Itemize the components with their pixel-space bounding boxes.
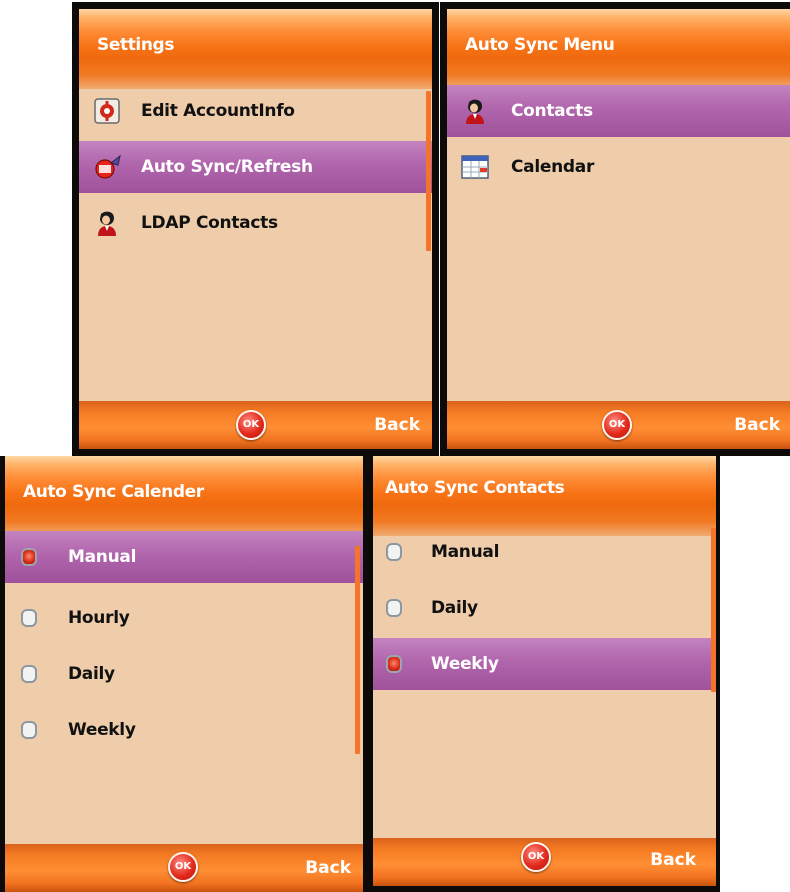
menu-item-label: LDAP Contacts xyxy=(141,213,278,233)
radio-checked-icon[interactable] xyxy=(21,548,37,566)
radio-unchecked-icon[interactable] xyxy=(21,721,37,739)
contact-person-icon xyxy=(462,98,488,124)
menu-item-contacts[interactable]: Contacts xyxy=(447,85,790,137)
softkey-bar: OK Back xyxy=(79,401,432,449)
back-button[interactable]: Back xyxy=(734,415,780,435)
auto-sync-contacts-screen: Auto Sync Contacts Manual Daily Weekly O… xyxy=(368,456,720,892)
account-info-icon xyxy=(94,98,120,124)
sync-refresh-icon xyxy=(94,154,121,180)
menu-item-ldap-contacts[interactable]: LDAP Contacts xyxy=(79,197,432,249)
menu-item-edit-accountinfo[interactable]: Edit AccountInfo xyxy=(79,85,432,137)
softkey-bar: OK Back xyxy=(373,838,716,886)
scrollbar[interactable] xyxy=(355,546,360,754)
menu-item-label: Edit AccountInfo xyxy=(141,101,295,121)
ok-button[interactable]: OK xyxy=(602,410,632,440)
option-label: Hourly xyxy=(68,608,130,628)
softkey-bar: OK Back xyxy=(447,401,790,449)
menu-item-label: Calendar xyxy=(511,157,595,177)
ok-button[interactable]: OK xyxy=(236,410,266,440)
menu-item-calendar[interactable]: Calendar xyxy=(447,141,790,193)
option-label: Daily xyxy=(431,598,478,618)
ok-label: OK xyxy=(242,419,260,430)
option-label: Manual xyxy=(68,547,137,567)
menu-item-label: Auto Sync/Refresh xyxy=(141,157,313,177)
auto-sync-calender-panel: Auto Sync Calender Manual Hourly Daily W… xyxy=(5,456,363,892)
page-title: Auto Sync Contacts xyxy=(385,478,565,498)
option-manual[interactable]: Manual xyxy=(373,526,716,578)
radio-unchecked-icon[interactable] xyxy=(386,543,402,561)
scrollbar[interactable] xyxy=(426,91,431,251)
back-button[interactable]: Back xyxy=(374,415,420,435)
settings-screen: Settings Edit AccountInfo Auto Sync/Refr… xyxy=(72,2,439,456)
option-label: Weekly xyxy=(68,720,136,740)
auto-sync-menu-screen: Auto Sync Menu Contacts Calendar OK Back xyxy=(440,2,790,456)
radio-checked-icon[interactable] xyxy=(386,655,402,673)
header-bar: Auto Sync Contacts xyxy=(373,456,716,536)
softkey-bar: OK Back xyxy=(5,844,363,892)
header-bar: Auto Sync Menu xyxy=(447,9,790,89)
header-bar: Settings xyxy=(79,9,432,89)
auto-sync-calender-screen: Auto Sync Calender Manual Hourly Daily W… xyxy=(0,456,370,892)
radio-unchecked-icon[interactable] xyxy=(386,599,402,617)
ok-label: OK xyxy=(527,851,545,862)
option-label: Weekly xyxy=(431,654,499,674)
option-label: Manual xyxy=(431,542,500,562)
page-title: Auto Sync Menu xyxy=(465,35,615,55)
option-weekly[interactable]: Weekly xyxy=(373,638,716,690)
page-title: Settings xyxy=(97,35,175,55)
ok-label: OK xyxy=(608,419,626,430)
option-hourly[interactable]: Hourly xyxy=(5,592,363,644)
back-button[interactable]: Back xyxy=(650,850,696,870)
calendar-icon xyxy=(461,154,489,180)
ok-label: OK xyxy=(174,861,192,872)
option-label: Daily xyxy=(68,664,115,684)
option-daily[interactable]: Daily xyxy=(5,648,363,700)
menu-item-auto-sync-refresh[interactable]: Auto Sync/Refresh xyxy=(79,141,432,193)
page-title: Auto Sync Calender xyxy=(23,482,204,502)
option-manual[interactable]: Manual xyxy=(5,531,363,583)
auto-sync-contacts-panel: Auto Sync Contacts Manual Daily Weekly O… xyxy=(373,456,716,886)
radio-unchecked-icon[interactable] xyxy=(21,609,37,627)
option-daily[interactable]: Daily xyxy=(373,582,716,634)
ok-button[interactable]: OK xyxy=(521,842,551,872)
back-button[interactable]: Back xyxy=(305,858,351,878)
option-weekly[interactable]: Weekly xyxy=(5,704,363,756)
auto-sync-menu-panel: Auto Sync Menu Contacts Calendar OK Back xyxy=(447,9,790,449)
radio-unchecked-icon[interactable] xyxy=(21,665,37,683)
menu-item-label: Contacts xyxy=(511,101,593,121)
ok-button[interactable]: OK xyxy=(168,852,198,882)
contact-person-icon xyxy=(94,210,120,236)
header-bar: Auto Sync Calender xyxy=(5,456,363,536)
scrollbar[interactable] xyxy=(711,528,716,692)
settings-panel: Settings Edit AccountInfo Auto Sync/Refr… xyxy=(79,9,432,449)
